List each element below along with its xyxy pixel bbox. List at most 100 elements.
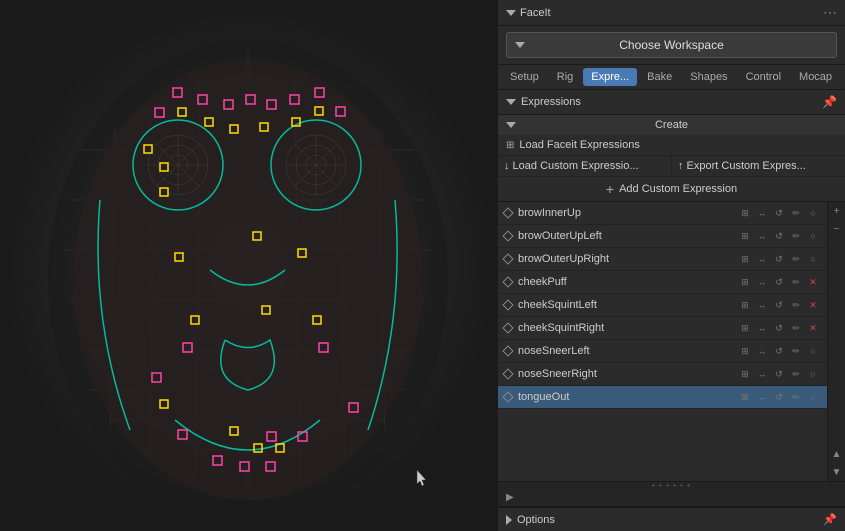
expr-arrows-icon[interactable]: ↔ bbox=[754, 297, 770, 313]
expr-item-noseSneerRight[interactable]: noseSneerRight ⊞ ↔ ↺ ✏ ○ bbox=[498, 363, 827, 386]
expr-arrows-icon[interactable]: ↔ bbox=[754, 389, 770, 405]
tab-mocap[interactable]: Mocap bbox=[791, 68, 840, 86]
expr-item-cheekSquintRight[interactable]: cheekSquintRight ⊞ ↔ ↺ ✏ ✕ bbox=[498, 317, 827, 340]
expr-name: noseSneerLeft bbox=[518, 345, 735, 357]
expr-eye-icon[interactable]: ○ bbox=[805, 251, 821, 267]
scroll-up-btn[interactable]: + bbox=[828, 202, 845, 220]
expr-diamond-icon bbox=[502, 299, 513, 310]
expr-undo-icon[interactable]: ↺ bbox=[771, 297, 787, 313]
expr-eye-icon[interactable]: ○ bbox=[805, 343, 821, 359]
expr-name: browOuterUpLeft bbox=[518, 230, 735, 242]
add-custom-btn[interactable]: + Add Custom Expression bbox=[498, 177, 845, 201]
load-custom-label: ↓ Load Custom Expressio... bbox=[504, 160, 639, 172]
load-export-row: ↓ Load Custom Expressio... ↑ Export Cust… bbox=[498, 156, 845, 177]
expr-arrows-icon[interactable]: ↔ bbox=[754, 320, 770, 336]
tab-control[interactable]: Control bbox=[738, 68, 789, 86]
load-custom-btn[interactable]: ↓ Load Custom Expressio... bbox=[498, 156, 672, 176]
expr-undo-icon[interactable]: ↺ bbox=[771, 366, 787, 382]
expr-arrows-icon[interactable]: ↔ bbox=[754, 251, 770, 267]
expr-eye-icon[interactable]: ○ bbox=[805, 366, 821, 382]
tab-bake[interactable]: Bake bbox=[639, 68, 680, 86]
viewport[interactable] bbox=[0, 0, 497, 531]
expr-item-browOuterUpLeft[interactable]: browOuterUpLeft ⊞ ↔ ↺ ✏ ○ bbox=[498, 225, 827, 248]
faceit-options-icon[interactable]: ⋯ bbox=[823, 4, 837, 21]
expr-delete-icon[interactable]: ✕ bbox=[805, 274, 821, 290]
create-collapse-icon bbox=[506, 122, 516, 128]
expr-item-browInnerUp[interactable]: browInnerUp ⊞ ↔ ↺ ✏ ○ bbox=[498, 202, 827, 225]
expression-list: browInnerUp ⊞ ↔ ↺ ✏ ○ browOuterUpLeft ⊞ bbox=[498, 202, 827, 481]
expr-item-browOuterUpRight[interactable]: browOuterUpRight ⊞ ↔ ↺ ✏ ○ bbox=[498, 248, 827, 271]
expr-undo-icon[interactable]: ↺ bbox=[771, 251, 787, 267]
expressions-pin-icon[interactable]: 📌 bbox=[822, 95, 837, 109]
expr-edit-icon[interactable]: ✏ bbox=[788, 228, 804, 244]
expr-edit-icon[interactable]: ✏ bbox=[788, 205, 804, 221]
expr-actions: ⊞ ↔ ↺ ✏ ✕ bbox=[737, 274, 821, 290]
expr-item-tongueOut[interactable]: tongueOut ⊞ ↔ ↺ ✏ ○ bbox=[498, 386, 827, 409]
tab-expre[interactable]: Expre... bbox=[583, 68, 637, 86]
expr-undo-icon[interactable]: ↺ bbox=[771, 274, 787, 290]
scroll-down-btn[interactable]: − bbox=[828, 220, 845, 238]
right-panel: FaceIt ⋯ Choose Workspace Setup Rig Expr… bbox=[497, 0, 845, 531]
expr-arrows-icon[interactable]: ↔ bbox=[754, 343, 770, 359]
expr-grid-icon[interactable]: ⊞ bbox=[737, 228, 753, 244]
expr-grid-icon[interactable]: ⊞ bbox=[737, 366, 753, 382]
tab-setup[interactable]: Setup bbox=[502, 68, 547, 86]
expr-grid-icon[interactable]: ⊞ bbox=[737, 205, 753, 221]
load-faceit-btn[interactable]: ⊞ Load Faceit Expressions bbox=[498, 135, 845, 156]
expr-item-cheekSquintLeft[interactable]: cheekSquintLeft ⊞ ↔ ↺ ✏ ✕ bbox=[498, 294, 827, 317]
expr-edit-icon[interactable]: ✏ bbox=[788, 366, 804, 382]
options-pin-icon[interactable]: 📌 bbox=[823, 513, 837, 526]
workspace-dropdown[interactable]: Choose Workspace bbox=[506, 32, 837, 58]
expr-diamond-icon bbox=[502, 253, 513, 264]
expr-eye-icon[interactable]: ○ bbox=[805, 389, 821, 405]
add-icon: + bbox=[606, 181, 614, 197]
expr-edit-icon[interactable]: ✏ bbox=[788, 320, 804, 336]
expr-grid-icon[interactable]: ⊞ bbox=[737, 389, 753, 405]
expr-item-cheekPuff[interactable]: cheekPuff ⊞ ↔ ↺ ✏ ✕ bbox=[498, 271, 827, 294]
expr-delete-icon[interactable]: ✕ bbox=[805, 297, 821, 313]
list-drag-handle[interactable]: • • • • • • bbox=[498, 481, 845, 489]
export-custom-label: ↑ Export Custom Expres... bbox=[678, 160, 806, 172]
expr-grid-icon[interactable]: ⊞ bbox=[737, 297, 753, 313]
expr-undo-icon[interactable]: ↺ bbox=[771, 205, 787, 221]
expr-eye-icon[interactable]: ○ bbox=[805, 228, 821, 244]
expr-diamond-icon bbox=[502, 391, 513, 402]
tab-rig[interactable]: Rig bbox=[549, 68, 582, 86]
export-custom-btn[interactable]: ↑ Export Custom Expres... bbox=[672, 156, 845, 176]
scroll-down2-btn[interactable]: ▼ bbox=[828, 463, 845, 481]
load-faceit-label: Load Faceit Expressions bbox=[519, 139, 639, 151]
expr-delete-icon[interactable]: ✕ bbox=[805, 320, 821, 336]
expressions-title: Expressions bbox=[521, 96, 581, 108]
expr-grid-icon[interactable]: ⊞ bbox=[737, 274, 753, 290]
expr-arrows-icon[interactable]: ↔ bbox=[754, 205, 770, 221]
expr-actions: ⊞ ↔ ↺ ✏ ○ bbox=[737, 205, 821, 221]
expr-arrows-icon[interactable]: ↔ bbox=[754, 366, 770, 382]
expr-grid-icon[interactable]: ⊞ bbox=[737, 343, 753, 359]
expr-grid-icon[interactable]: ⊞ bbox=[737, 320, 753, 336]
expr-undo-icon[interactable]: ↺ bbox=[771, 320, 787, 336]
create-label: Create bbox=[655, 119, 688, 131]
play-icon[interactable]: ▶ bbox=[506, 492, 514, 503]
scroll-up2-btn[interactable]: ▲ bbox=[828, 445, 845, 463]
expr-edit-icon[interactable]: ✏ bbox=[788, 251, 804, 267]
expr-undo-icon[interactable]: ↺ bbox=[771, 343, 787, 359]
expr-eye-icon[interactable]: ○ bbox=[805, 205, 821, 221]
options-expand-icon[interactable] bbox=[506, 515, 512, 525]
expressions-collapse-icon[interactable] bbox=[506, 99, 516, 105]
expr-edit-icon[interactable]: ✏ bbox=[788, 274, 804, 290]
expr-item-noseSneerLeft[interactable]: noseSneerLeft ⊞ ↔ ↺ ✏ ○ bbox=[498, 340, 827, 363]
expr-edit-icon[interactable]: ✏ bbox=[788, 297, 804, 313]
expr-edit-icon[interactable]: ✏ bbox=[788, 389, 804, 405]
expr-edit-icon[interactable]: ✏ bbox=[788, 343, 804, 359]
expr-arrows-icon[interactable]: ↔ bbox=[754, 228, 770, 244]
create-header[interactable]: Create bbox=[498, 115, 845, 135]
tab-shapes[interactable]: Shapes bbox=[682, 68, 735, 86]
expr-undo-icon[interactable]: ↺ bbox=[771, 228, 787, 244]
workspace-dropdown-icon bbox=[515, 42, 525, 48]
expr-grid-icon[interactable]: ⊞ bbox=[737, 251, 753, 267]
faceit-collapse-icon[interactable] bbox=[506, 10, 516, 16]
expr-arrows-icon[interactable]: ↔ bbox=[754, 274, 770, 290]
load-faceit-icon: ⊞ bbox=[506, 140, 514, 151]
expr-undo-icon[interactable]: ↺ bbox=[771, 389, 787, 405]
options-section: Options 📌 bbox=[498, 507, 845, 531]
